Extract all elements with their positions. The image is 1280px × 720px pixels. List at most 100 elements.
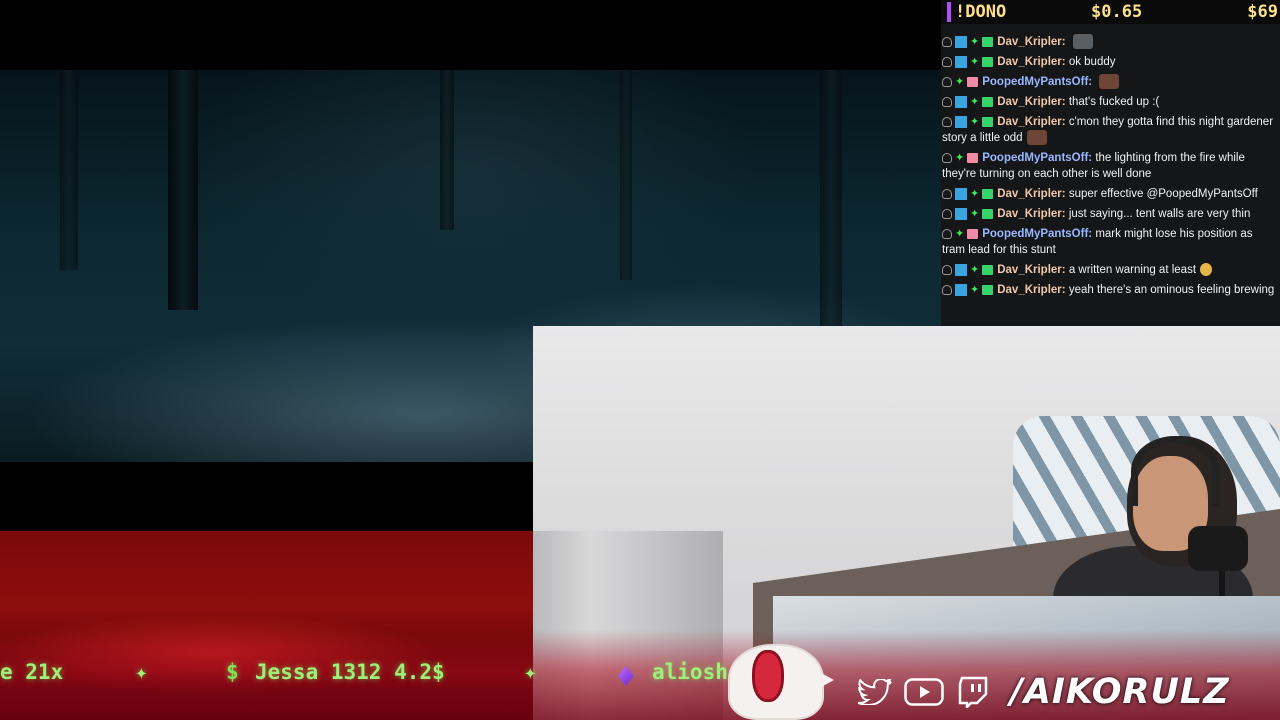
chat-badges: ✦: [942, 35, 994, 48]
chat-username[interactable]: PoopedMyPantsOff: [982, 152, 1088, 164]
gift-badge-icon: [967, 76, 979, 87]
headset: [1131, 436, 1219, 506]
chat-username[interactable]: Dav_Kripler: [997, 56, 1062, 68]
tree-trunk: [820, 70, 842, 330]
moderator-badge-icon: [955, 187, 967, 200]
moderator-badge-icon: [955, 207, 967, 220]
subscriber-badge-icon: ✦: [970, 283, 980, 296]
chat-badges: ✦: [942, 115, 994, 128]
mascot-logo: [728, 638, 836, 720]
ticker-item: e 21x: [0, 660, 64, 684]
chat-colon: :: [1061, 264, 1069, 276]
twitch-icon: [958, 676, 990, 711]
chat-message: ✦ PoopedMyPantsOff:: [941, 74, 1280, 90]
sparkle-icon: ✦: [524, 660, 537, 684]
chat-colon: :: [1088, 76, 1096, 88]
chat-text: just saying... tent walls are very thin: [1068, 208, 1251, 220]
social-links: /AIKORULZ: [857, 672, 1278, 712]
user-icon: [942, 96, 952, 107]
chat-username[interactable]: PoopedMyPantsOff: [982, 228, 1088, 240]
channel-handle: /AIKORULZ: [1010, 672, 1230, 712]
gift-badge-icon: [982, 36, 994, 47]
chat-username[interactable]: Dav_Kripler: [997, 36, 1062, 48]
subscriber-badge-icon: ✦: [970, 55, 980, 68]
chat-colon: :: [1061, 188, 1069, 200]
chat-colon: :: [1061, 208, 1069, 220]
chat-username[interactable]: Dav_Kripler: [997, 96, 1062, 108]
gift-badge-icon: [982, 96, 994, 107]
tree-trunk: [620, 70, 632, 280]
moderator-badge-icon: [955, 95, 967, 108]
chat-badges: ✦: [942, 227, 979, 240]
chat-badges: ✦: [942, 263, 994, 276]
tree-trunk: [168, 70, 198, 310]
chat-badges: ✦: [942, 95, 994, 108]
chat-username[interactable]: Dav_Kripler: [997, 264, 1062, 276]
chat-username[interactable]: PoopedMyPantsOff: [982, 76, 1088, 88]
gift-badge-icon: [982, 208, 994, 219]
subscriber-badge-icon: ✦: [970, 35, 980, 48]
mascot-mouth: [752, 650, 784, 702]
donation-bar: !DONO $0.65 $69: [941, 0, 1280, 24]
subscriber-badge-icon: ✦: [970, 187, 980, 200]
chat-username[interactable]: Dav_Kripler: [997, 208, 1062, 220]
chat-colon: :: [1061, 56, 1069, 68]
user-icon: [942, 116, 952, 127]
user-icon: [942, 264, 952, 275]
chat-badges: ✦: [942, 207, 994, 220]
gem-icon: [618, 666, 634, 686]
ticker-item: aliosh: [652, 660, 728, 684]
gift-badge-icon: [967, 228, 979, 239]
user-icon: [942, 76, 952, 87]
gift-badge-icon: [982, 116, 994, 127]
user-icon: [942, 228, 952, 239]
video-letterbox-top: [0, 0, 941, 70]
chat-text: that's fucked up :(: [1068, 96, 1160, 108]
chat-badges: ✦: [942, 151, 979, 164]
emote-icon: [1072, 34, 1093, 50]
donation-command: !DONO: [955, 2, 1007, 22]
subscriber-badge-icon: ✦: [955, 227, 965, 240]
gift-badge-icon: [982, 56, 994, 67]
subscriber-badge-icon: ✦: [955, 151, 965, 164]
chat-text: a written warning at least: [1068, 264, 1197, 276]
chat-message: ✦ Dav_Kripler: c'mon they gotta find this…: [941, 114, 1280, 146]
microphone: [1188, 526, 1248, 571]
gift-badge-icon: [982, 264, 994, 275]
chat-colon: :: [1061, 284, 1069, 296]
user-icon: [942, 208, 952, 219]
chat-message: ✦ Dav_Kripler: ok buddy: [941, 54, 1280, 70]
chat-badges: ✦: [942, 283, 994, 296]
youtube-icon: [904, 678, 944, 706]
chat-text: super effective @PoopedMyPantsOff: [1068, 188, 1258, 200]
ticker-item: Jessa 1312 4.2$: [255, 660, 445, 684]
chat-username[interactable]: Dav_Kripler: [997, 188, 1062, 200]
chat-message: ✦ PoopedMyPantsOff: mark might lose his p…: [941, 226, 1280, 258]
user-icon: [942, 152, 952, 163]
moderator-badge-icon: [955, 115, 967, 128]
chat-text: ok buddy: [1068, 56, 1116, 68]
gift-badge-icon: [967, 152, 979, 163]
chat-colon: :: [1061, 116, 1069, 128]
moderator-badge-icon: [955, 283, 967, 296]
moderator-badge-icon: [955, 263, 967, 276]
moderator-badge-icon: [955, 35, 967, 48]
donation-amount: $0.65: [1091, 2, 1143, 22]
subscriber-badge-icon: ✦: [955, 75, 965, 88]
subscriber-badge-icon: ✦: [970, 115, 980, 128]
chat-panel: !DONO $0.65 $69 ✦ Dav_Kripler: ✦ Dav_Kripl…: [941, 0, 1280, 326]
chat-colon: :: [1061, 36, 1069, 48]
user-icon: [942, 188, 952, 199]
chat-username[interactable]: Dav_Kripler: [997, 284, 1062, 296]
subscriber-badge-icon: ✦: [970, 207, 980, 220]
chat-message: ✦ Dav_Kripler: super effective @PoopedMyP…: [941, 186, 1280, 202]
user-icon: [942, 36, 952, 47]
chat-message: ✦ Dav_Kripler: yeah there's an ominous fe…: [941, 282, 1280, 298]
twitter-icon: [857, 677, 892, 707]
user-icon: [942, 56, 952, 67]
emote-icon: [1099, 74, 1120, 90]
emote-icon: [1026, 130, 1047, 146]
gift-badge-icon: [982, 284, 994, 295]
chat-text: yeah there's an ominous feeling brewing: [1068, 284, 1275, 296]
chat-username[interactable]: Dav_Kripler: [997, 116, 1062, 128]
